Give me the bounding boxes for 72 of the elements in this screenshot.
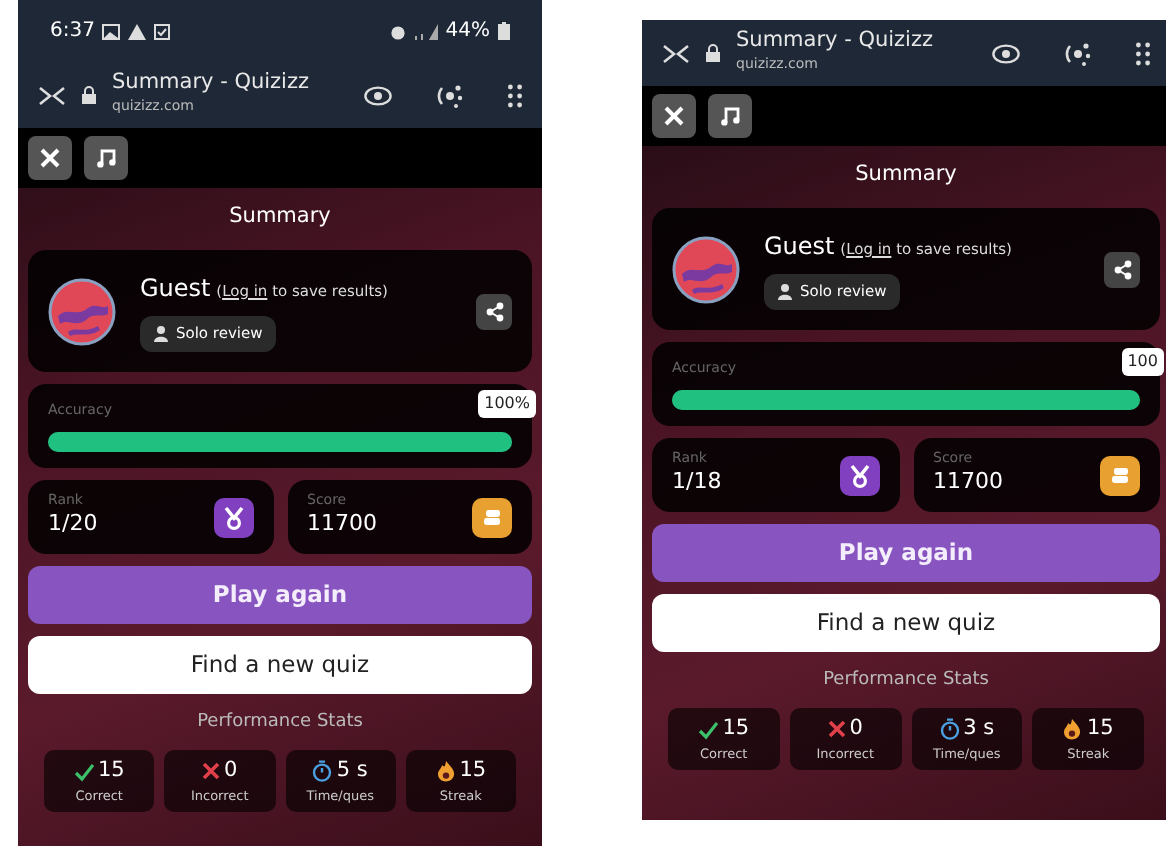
clock: 6:37 xyxy=(50,18,95,46)
medal-icon xyxy=(213,497,253,538)
warning-icon xyxy=(128,23,147,39)
music-note-icon xyxy=(720,106,740,126)
coins-icon xyxy=(1100,455,1140,496)
music-button[interactable] xyxy=(84,136,128,180)
stopwatch-icon xyxy=(312,760,333,783)
score-value: 11700 xyxy=(307,507,377,540)
person-icon xyxy=(154,325,168,342)
stat-value: 0 xyxy=(224,755,238,786)
page-title: Summary - Quizizz xyxy=(112,72,311,97)
stats-heading: Performance Stats xyxy=(821,668,991,695)
rank-value: 1/18 xyxy=(672,465,722,498)
share-button[interactable] xyxy=(476,293,512,330)
stat-value: 15 xyxy=(1086,713,1114,744)
share-icon xyxy=(485,301,503,322)
find-quiz-button[interactable]: Find a new quiz xyxy=(652,594,1160,653)
coins-icon xyxy=(472,497,512,538)
music-button[interactable] xyxy=(708,94,752,138)
battery-icon xyxy=(498,22,510,40)
close-button[interactable] xyxy=(28,136,72,180)
cross-icon xyxy=(827,720,846,739)
cross-icon xyxy=(202,762,221,781)
rank-value: 1/20 xyxy=(48,507,98,540)
avatar-icon xyxy=(48,277,116,346)
stat-value: 15 xyxy=(459,755,487,786)
stat-value: 0 xyxy=(849,713,863,744)
share-button[interactable] xyxy=(1104,251,1140,288)
collapse-icon[interactable] xyxy=(38,85,66,105)
stats-heading: Performance Stats xyxy=(195,710,365,737)
player-name: Guest xyxy=(764,231,835,260)
check-icon xyxy=(73,761,94,782)
cast-icon[interactable] xyxy=(436,83,464,107)
menu-icon[interactable] xyxy=(1136,41,1150,65)
avatar-icon xyxy=(672,235,740,304)
image-icon xyxy=(102,23,121,39)
play-again-button[interactable]: Play again xyxy=(28,566,532,625)
medal-icon xyxy=(839,455,879,496)
stopwatch-icon xyxy=(939,718,960,741)
player-name: Guest xyxy=(140,273,211,302)
menu-icon[interactable] xyxy=(508,83,522,107)
lock-icon xyxy=(706,44,720,62)
close-icon xyxy=(664,106,684,126)
score-value: 11700 xyxy=(933,465,1003,498)
find-quiz-button[interactable]: Find a new quiz xyxy=(28,636,532,695)
accuracy-percent: 100% xyxy=(478,390,536,419)
close-icon xyxy=(40,148,60,168)
play-again-button[interactable]: Play again xyxy=(652,524,1160,583)
checkbox-icon xyxy=(154,23,171,39)
summary-heading: Summary xyxy=(853,160,959,190)
music-note-icon xyxy=(96,148,116,168)
battery-percent: 44% xyxy=(445,18,490,46)
collapse-icon[interactable] xyxy=(662,43,690,63)
share-icon xyxy=(1113,259,1131,280)
person-icon xyxy=(778,283,792,300)
stat-value: 3 s xyxy=(963,713,995,744)
signal-icon xyxy=(413,23,438,39)
flame-icon xyxy=(435,760,456,783)
close-button[interactable] xyxy=(652,94,696,138)
stat-value: 5 s xyxy=(336,755,368,786)
eye-icon[interactable] xyxy=(364,85,392,105)
check-icon xyxy=(698,719,719,740)
lock-icon xyxy=(82,86,96,104)
cast-icon[interactable] xyxy=(1064,41,1092,65)
flame-icon xyxy=(1062,718,1083,741)
summary-heading: Summary xyxy=(227,202,333,232)
accuracy-percent: 100 xyxy=(1121,348,1164,377)
stat-value: 15 xyxy=(722,713,750,744)
stat-value: 15 xyxy=(97,755,125,786)
eye-icon[interactable] xyxy=(992,43,1020,63)
page-title: Summary - Quizizz xyxy=(736,30,935,55)
alarm-icon xyxy=(389,23,406,39)
